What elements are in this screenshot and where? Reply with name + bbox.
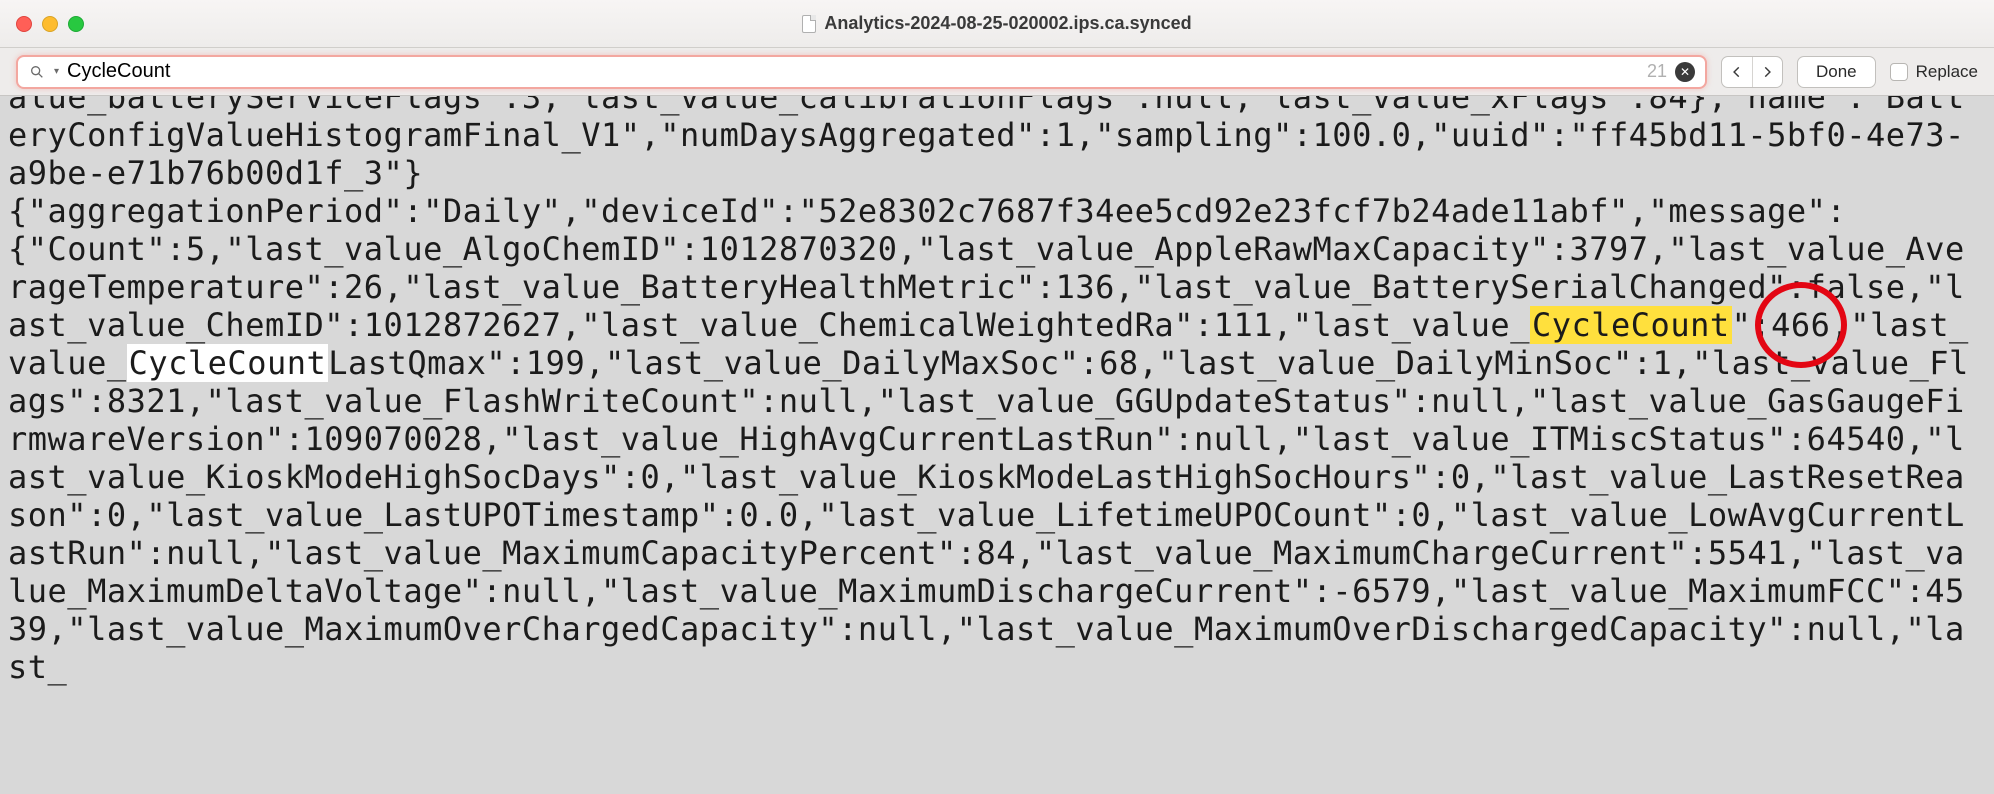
find-nav-buttons (1721, 56, 1783, 88)
search-match-active: CycleCount (1530, 306, 1732, 344)
match-count: 21 (1647, 61, 1667, 82)
search-icon (28, 63, 46, 81)
replace-checkbox[interactable] (1890, 63, 1908, 81)
window-title: Analytics-2024-08-25-020002.ips.ca.synce… (0, 13, 1994, 34)
cycle-count-value: 466 (1771, 306, 1830, 344)
text-fragment: ": (1732, 306, 1772, 344)
replace-toggle: Replace (1890, 62, 1978, 82)
find-prev-button[interactable] (1722, 57, 1752, 87)
text-fragment: {"aggregationPeriod":"Daily","deviceId":… (8, 192, 1846, 230)
find-next-button[interactable] (1752, 57, 1782, 87)
search-input[interactable] (67, 60, 1639, 83)
close-window-button[interactable] (16, 16, 32, 32)
done-button[interactable]: Done (1797, 56, 1876, 88)
text-fragment: alue_batteryServiceFlags":3,"last_value_… (8, 96, 1965, 192)
window-titlebar: Analytics-2024-08-25-020002.ips.ca.synce… (0, 0, 1994, 48)
find-bar: ▾ 21 ✕ Done Replace (0, 48, 1994, 96)
clear-search-button[interactable]: ✕ (1675, 62, 1695, 82)
replace-label: Replace (1916, 62, 1978, 82)
document-icon (802, 15, 816, 33)
text-fragment: LastQmax":199,"last_value_DailyMaxSoc":6… (8, 344, 1969, 686)
window-title-text: Analytics-2024-08-25-020002.ips.ca.synce… (824, 13, 1191, 34)
search-options-chevron-icon[interactable]: ▾ (54, 66, 59, 77)
maximize-window-button[interactable] (68, 16, 84, 32)
minimize-window-button[interactable] (42, 16, 58, 32)
traffic-lights (16, 16, 84, 32)
search-field[interactable]: ▾ 21 ✕ (16, 55, 1707, 89)
search-match: CycleCount (127, 344, 329, 382)
document-text: alue_batteryServiceFlags":3,"last_value_… (8, 96, 1982, 686)
text-content-area[interactable]: alue_batteryServiceFlags":3,"last_value_… (0, 96, 1994, 794)
